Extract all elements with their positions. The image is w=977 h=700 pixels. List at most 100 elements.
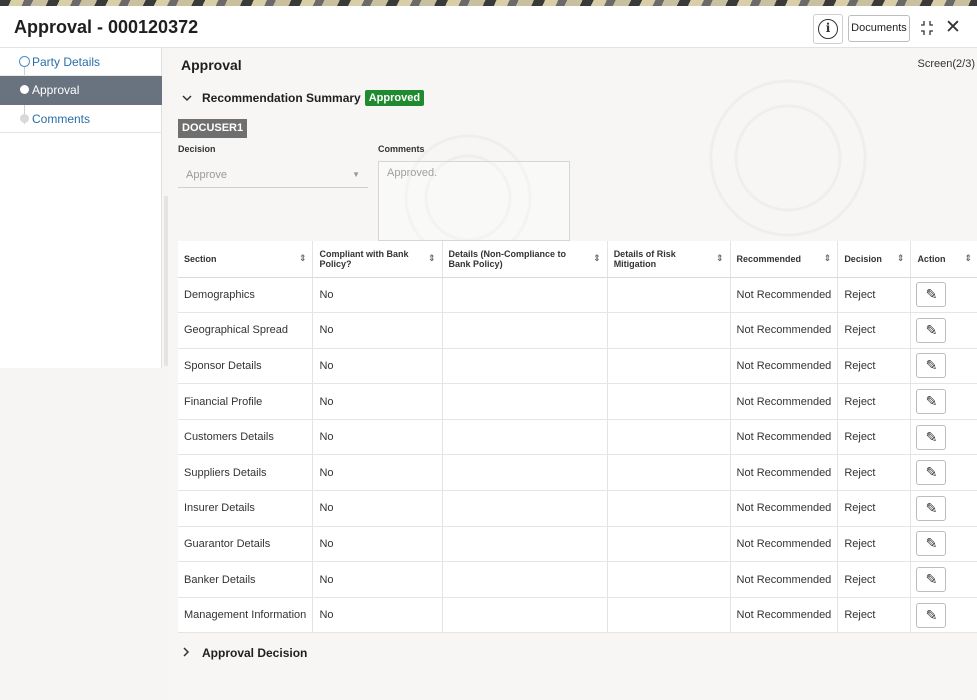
info-icon[interactable]: i <box>818 19 838 39</box>
cell-section: Sponsor Details <box>178 348 314 385</box>
approval-decision-header[interactable]: Approval Decision <box>182 646 307 660</box>
sidebar-item-label: Party Details <box>32 55 101 69</box>
cell-action: ✎ <box>910 277 977 314</box>
column-header-compliant[interactable]: Compliant with Bank Policy? ⇕ <box>312 241 443 278</box>
cell-action: ✎ <box>910 490 977 527</box>
pencil-icon[interactable]: ✎ <box>916 567 947 593</box>
cell-action: ✎ <box>910 597 977 634</box>
decision-value: Approve <box>186 169 227 181</box>
cell-decision: Reject <box>837 561 912 598</box>
cell-recommended: Not Recommended <box>730 312 839 349</box>
table-row: Financial Profile No Not Recommended Rej… <box>178 383 977 420</box>
column-header-label: Decision <box>844 253 882 264</box>
cell-section: Geographical Spread <box>178 312 314 349</box>
cell-details-noncompliance <box>442 490 608 527</box>
comments-field[interactable]: Approved. <box>378 161 570 241</box>
cell-risk-mitigation <box>607 454 731 492</box>
active-dot-icon <box>20 85 29 94</box>
cell-risk-mitigation <box>607 526 731 563</box>
sort-icon[interactable]: ⇕ <box>824 253 832 264</box>
pencil-icon[interactable]: ✎ <box>916 460 947 486</box>
pencil-icon[interactable]: ✎ <box>916 602 947 628</box>
cell-details-noncompliance <box>442 454 608 492</box>
close-icon[interactable]: ✕ <box>945 17 963 39</box>
sidebar-item-comments[interactable]: Comments <box>0 105 162 133</box>
screen-counter: Screen(2/3) <box>917 58 975 70</box>
cell-risk-mitigation <box>607 419 731 456</box>
documents-button[interactable]: Documents <box>848 15 910 42</box>
table-header-row: Section ⇕ Compliant with Bank Policy? ⇕ De… <box>178 241 977 278</box>
chevron-right-icon[interactable] <box>182 646 192 660</box>
cell-action: ✎ <box>910 454 977 492</box>
cell-decision: Reject <box>837 419 912 456</box>
pencil-icon[interactable]: ✎ <box>916 353 947 379</box>
sidebar: Party Details Approval Comments <box>0 48 162 368</box>
chevron-right-svg <box>183 647 190 657</box>
pencil-icon[interactable]: ✎ <box>916 282 947 308</box>
cell-decision: Reject <box>837 312 912 349</box>
column-header-section[interactable]: Section ⇕ <box>178 241 314 278</box>
pencil-icon[interactable]: ✎ <box>916 317 947 343</box>
sidebar-item-label: Approval <box>32 83 80 97</box>
sidebar-item-approval[interactable]: Approval <box>0 76 162 105</box>
cell-risk-mitigation <box>607 561 731 598</box>
column-header-details-noncompliance[interactable]: Details (Non-Compliance to Bank Policy) ⇕ <box>442 241 608 278</box>
cell-section: Insurer Details <box>178 490 314 527</box>
pencil-icon[interactable]: ✎ <box>916 495 947 521</box>
cell-decision: Reject <box>837 490 912 527</box>
cell-compliant: No <box>312 526 443 563</box>
cell-decision: Reject <box>837 277 912 314</box>
dropdown-caret-icon: ▼ <box>352 170 360 179</box>
table-row: Geographical Spread No Not Recommended R… <box>178 312 977 349</box>
pencil-icon[interactable]: ✎ <box>916 531 947 557</box>
cell-recommended: Not Recommended <box>730 383 839 420</box>
chevron-down-icon[interactable] <box>182 91 192 105</box>
user-badge: DOCUSER1 <box>178 119 248 138</box>
collapse-icon-svg <box>921 21 933 35</box>
comments-label: Comments <box>378 144 425 154</box>
main-panel: Approval Screen(2/3) Recommendation Summ… <box>168 48 977 700</box>
cell-compliant: No <box>312 348 443 385</box>
cell-compliant: No <box>312 490 443 527</box>
decision-select[interactable]: Approve ▼ <box>178 162 368 188</box>
sort-icon[interactable]: ⇕ <box>593 253 601 264</box>
cell-risk-mitigation <box>607 597 731 634</box>
sort-icon[interactable]: ⇕ <box>897 253 905 264</box>
cell-decision: Reject <box>837 348 912 385</box>
column-header-decision[interactable]: Decision ⇕ <box>837 241 912 278</box>
sort-icon[interactable]: ⇕ <box>299 253 307 264</box>
table-row: Banker Details No Not Recommended Reject… <box>178 561 977 598</box>
table-row: Customers Details No Not Recommended Rej… <box>178 419 977 456</box>
sidebar-item-label: Comments <box>32 112 91 126</box>
cell-risk-mitigation <box>607 490 731 527</box>
sort-icon[interactable]: ⇕ <box>716 253 724 264</box>
cell-action: ✎ <box>910 561 977 598</box>
cell-action: ✎ <box>910 348 977 385</box>
pencil-icon[interactable]: ✎ <box>916 389 947 415</box>
sidebar-item-party-details[interactable]: Party Details <box>0 48 162 76</box>
recommendation-summary-header[interactable]: Recommendation Summary Approved <box>182 88 425 108</box>
cell-recommended: Not Recommended <box>730 490 839 527</box>
cell-section: Suppliers Details <box>178 454 314 492</box>
cell-recommended: Not Recommended <box>730 419 839 456</box>
cell-details-noncompliance <box>442 419 608 456</box>
sort-icon[interactable]: ⇕ <box>964 253 972 264</box>
cell-recommended: Not Recommended <box>730 561 839 598</box>
table-row: Management Information No Not Recommende… <box>178 597 977 634</box>
sort-icon[interactable]: ⇕ <box>428 253 436 264</box>
chevron-down-svg <box>182 95 192 102</box>
collapse-icon[interactable] <box>920 20 936 38</box>
column-header-recommended[interactable]: Recommended ⇕ <box>730 241 839 278</box>
cell-details-noncompliance <box>442 312 608 349</box>
column-header-risk-mitigation[interactable]: Details of Risk Mitigation ⇕ <box>607 241 731 278</box>
table-row: Sponsor Details No Not Recommended Rejec… <box>178 348 977 385</box>
cell-recommended: Not Recommended <box>730 348 839 385</box>
cell-recommended: Not Recommended <box>730 597 839 634</box>
pencil-icon[interactable]: ✎ <box>916 424 947 450</box>
cell-decision: Reject <box>837 597 912 634</box>
column-header-label: Details (Non-Compliance to Bank Policy) <box>448 248 567 269</box>
column-header-action[interactable]: Action ⇕ <box>910 241 977 278</box>
cell-decision: Reject <box>837 454 912 492</box>
cell-section: Banker Details <box>178 561 314 598</box>
decision-label: Decision <box>178 144 216 154</box>
